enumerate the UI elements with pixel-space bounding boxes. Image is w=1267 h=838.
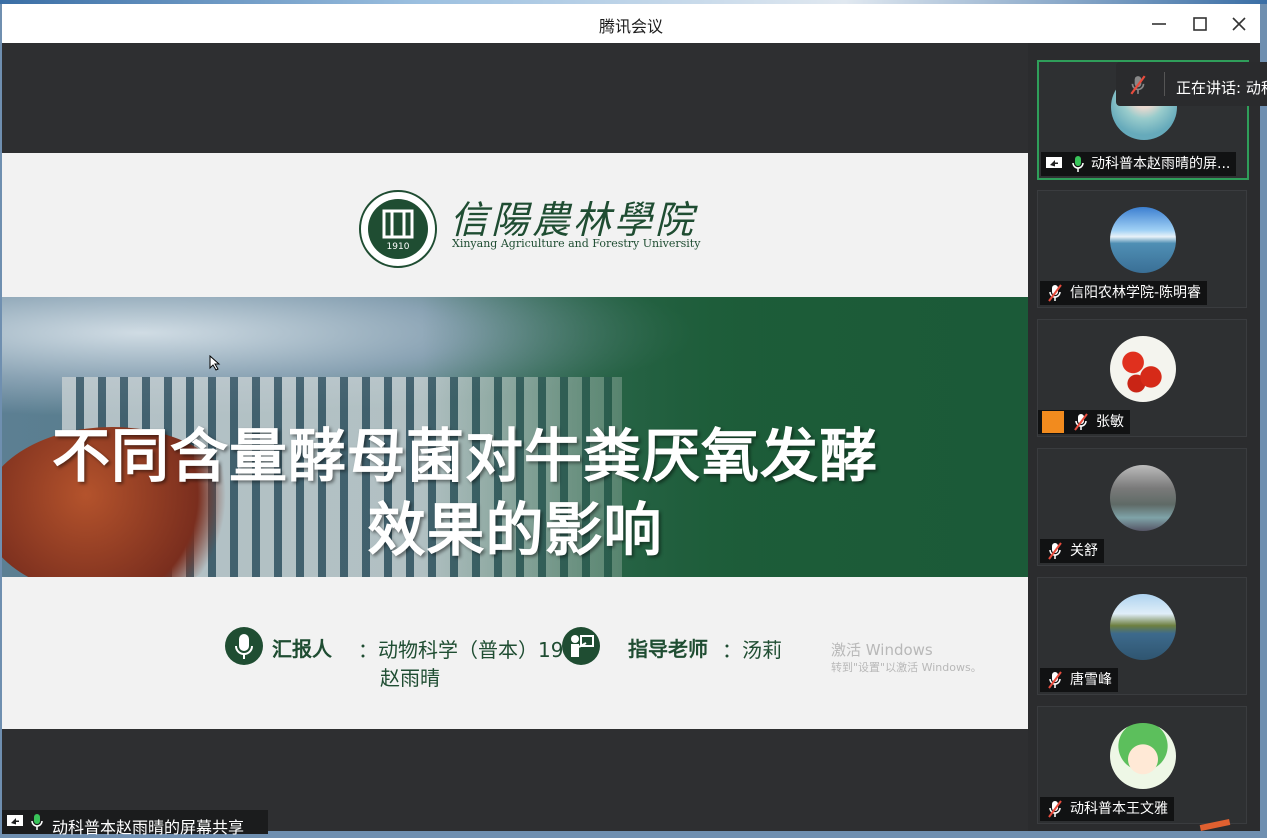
window-title: 腾讯会议 [598,17,663,36]
reporter-name: 赵雨晴 [380,666,440,690]
slide-title-line1: 不同含量酵母菌对牛粪厌氧发酵 [51,422,878,490]
cursor-icon [209,355,221,371]
screen-share-label: 动科普本赵雨晴的屏幕共享 [52,818,245,837]
reporter-value: ：动物科学（普本）19 [358,638,564,662]
reporter-label: 汇报人 [272,637,332,661]
logo-year: 1910 [387,242,410,252]
close-icon [1232,17,1246,31]
close-button[interactable] [1226,11,1252,37]
shared-slide: 1910 信陽農林學院 Xinyang Agriculture and Fore… [2,43,1028,837]
windows-activation-line1: 激活 Windows [831,641,933,659]
teacher-icon [562,627,600,665]
university-name-cn: 信陽農林學院 [450,198,697,242]
minimize-icon [1152,23,1166,25]
maximize-icon [1193,17,1207,31]
university-logo: 1910 [359,190,437,268]
slide-title-line2: 效果的影响 [367,496,663,564]
title-bar: 腾讯会议 [2,4,1260,43]
screen-share-icon [7,815,23,826]
mic-on-icon [31,814,43,830]
teacher-value: ：汤莉 [722,638,782,662]
microphone-icon [225,627,263,665]
minimize-button[interactable] [1146,11,1172,37]
university-name-en: Xinyang Agriculture and Forestry Univers… [452,237,701,250]
windows-activation-line2: 转到"设置"以激活 Windows。 [831,661,982,674]
teacher-label: 指导老师 [628,637,708,661]
maximize-button[interactable] [1187,11,1213,37]
